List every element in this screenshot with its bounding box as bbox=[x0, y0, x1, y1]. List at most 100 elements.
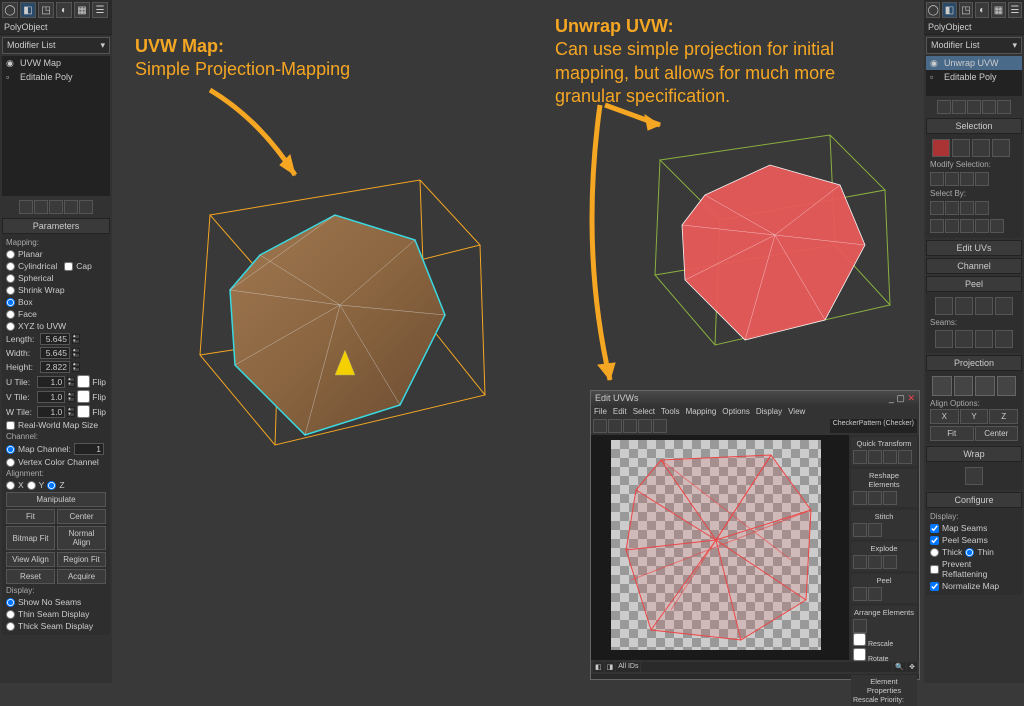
ring-icon[interactable] bbox=[960, 172, 974, 186]
display-tab-icon[interactable]: ▦ bbox=[991, 2, 1005, 18]
vertex-subobj-icon[interactable] bbox=[932, 139, 950, 157]
wrap-header[interactable]: Wrap bbox=[926, 446, 1022, 462]
utilities-tab-icon[interactable]: ☰ bbox=[92, 2, 108, 18]
sel-icon2[interactable] bbox=[945, 219, 959, 233]
qt-icon3[interactable] bbox=[883, 450, 897, 464]
shrink-icon[interactable] bbox=[945, 172, 959, 186]
re-icon1[interactable] bbox=[853, 491, 867, 505]
modifier-editable-poly[interactable]: ▫ Editable Poly bbox=[2, 70, 110, 84]
minimize-icon[interactable]: _ bbox=[889, 393, 894, 403]
seam-arrow-icon[interactable] bbox=[935, 330, 953, 348]
st-icon1[interactable] bbox=[853, 523, 867, 537]
pin-stack-icon[interactable] bbox=[937, 100, 951, 114]
zoom-icon[interactable]: 🔍 bbox=[893, 662, 906, 672]
modifier-stack-right[interactable]: ◉ Unwrap UVW ▫ Editable Poly bbox=[926, 56, 1022, 96]
prevent-reflattening-checkbox[interactable]: Prevent Reflattening bbox=[930, 558, 1018, 580]
configure-sets-icon[interactable] bbox=[997, 100, 1011, 114]
modifier-uvw-map[interactable]: ◉ UVW Map bbox=[2, 56, 110, 70]
height-spinner[interactable]: Height:2.822▴▾ bbox=[6, 360, 106, 374]
fit-button[interactable]: Fit bbox=[6, 509, 55, 524]
configure-sets-icon[interactable] bbox=[79, 200, 93, 214]
uv-editor-window[interactable]: Edit UVWs _ ▢ ✕ File Edit Select Tools M… bbox=[590, 390, 920, 680]
grow-icon[interactable] bbox=[930, 172, 944, 186]
mapping-planar[interactable]: Planar bbox=[6, 248, 106, 260]
mapping-spherical[interactable]: Spherical bbox=[6, 272, 106, 284]
real-world-checkbox[interactable]: Real-World Map Size bbox=[6, 419, 106, 431]
face-subobj-icon[interactable] bbox=[972, 139, 990, 157]
hierarchy-tab-icon[interactable]: ◳ bbox=[959, 2, 973, 18]
wrap-icon[interactable] bbox=[965, 467, 983, 485]
cylindrical-projection-icon[interactable] bbox=[954, 376, 974, 396]
element-subobj-icon[interactable] bbox=[992, 139, 1010, 157]
normal-align-button[interactable]: Normal Align bbox=[57, 526, 106, 550]
vertex-color-radio[interactable]: Vertex Color Channel bbox=[6, 456, 106, 468]
move-icon[interactable] bbox=[593, 419, 607, 433]
planar-icon[interactable] bbox=[960, 201, 974, 215]
tile-icon[interactable] bbox=[975, 201, 989, 215]
align-x-button[interactable]: X bbox=[930, 409, 959, 424]
sel-icon3[interactable] bbox=[960, 219, 974, 233]
pelt-icon[interactable] bbox=[975, 297, 993, 315]
mapping-box[interactable]: Box bbox=[6, 296, 106, 308]
map-seams-checkbox[interactable]: Map Seams bbox=[930, 522, 1018, 534]
loop-icon[interactable] bbox=[975, 172, 989, 186]
pin-stack-icon[interactable] bbox=[19, 200, 33, 214]
create-tab-icon[interactable]: ◯ bbox=[926, 2, 940, 18]
align-z-button[interactable]: Z bbox=[989, 409, 1018, 424]
sg-icon[interactable] bbox=[945, 201, 959, 215]
remove-modifier-icon[interactable] bbox=[64, 200, 78, 214]
scale-icon[interactable] bbox=[623, 419, 637, 433]
proj-fit-button[interactable]: Fit bbox=[930, 426, 974, 441]
peel-mode-icon[interactable] bbox=[955, 297, 973, 315]
utilities-tab-icon[interactable]: ☰ bbox=[1008, 2, 1022, 18]
relax-icon[interactable] bbox=[995, 297, 1013, 315]
ex-icon2[interactable] bbox=[868, 555, 882, 569]
edit-uvs-header[interactable]: Edit UVs bbox=[926, 240, 1022, 256]
status-icon1[interactable]: ◧ bbox=[593, 662, 604, 672]
thick-seam[interactable]: Thick Seam Display bbox=[6, 620, 106, 632]
menu-file[interactable]: File bbox=[594, 407, 607, 416]
menu-select[interactable]: Select bbox=[633, 407, 655, 416]
spherical-projection-icon[interactable] bbox=[975, 376, 995, 396]
reset-button[interactable]: Reset bbox=[6, 569, 55, 584]
proj-center-button[interactable]: Center bbox=[975, 426, 1019, 441]
mirror-icon[interactable] bbox=[653, 419, 667, 433]
peel-seams-checkbox[interactable]: Peel Seams bbox=[930, 534, 1018, 546]
width-spinner[interactable]: Width:5.645▴▾ bbox=[6, 346, 106, 360]
show-end-result-icon[interactable] bbox=[952, 100, 966, 114]
object-name-field[interactable]: PolyObject bbox=[0, 20, 112, 35]
bitmap-fit-button[interactable]: Bitmap Fit bbox=[6, 526, 55, 550]
alignment-axis[interactable]: X Y Z bbox=[6, 479, 106, 491]
eye-icon[interactable]: ◉ bbox=[6, 58, 16, 68]
seam-edge-icon[interactable] bbox=[955, 330, 973, 348]
seam-convert-icon[interactable] bbox=[975, 330, 993, 348]
uv-editor-titlebar[interactable]: Edit UVWs _ ▢ ✕ bbox=[591, 391, 919, 406]
modifier-editable-poly-right[interactable]: ▫ Editable Poly bbox=[926, 70, 1022, 84]
re-icon3[interactable] bbox=[883, 491, 897, 505]
show-end-result-icon[interactable] bbox=[34, 200, 48, 214]
modify-tab-icon[interactable]: ◧ bbox=[942, 2, 956, 18]
projection-header[interactable]: Projection bbox=[926, 355, 1022, 371]
planar-projection-icon[interactable] bbox=[932, 376, 952, 396]
peel-header[interactable]: Peel bbox=[926, 276, 1022, 292]
menu-options[interactable]: Options bbox=[722, 407, 750, 416]
viewport-right[interactable] bbox=[630, 120, 900, 370]
manipulate-button[interactable]: Manipulate bbox=[6, 492, 106, 507]
length-spinner[interactable]: Length:5.645▴▾ bbox=[6, 332, 106, 346]
parameters-header[interactable]: Parameters bbox=[2, 218, 110, 234]
pl-icon1[interactable] bbox=[853, 587, 867, 601]
sel-icon5[interactable] bbox=[990, 219, 1004, 233]
motion-tab-icon[interactable]: ◐ bbox=[56, 2, 72, 18]
mapping-face[interactable]: Face bbox=[6, 308, 106, 320]
acquire-button[interactable]: Acquire bbox=[57, 569, 106, 584]
make-unique-icon[interactable] bbox=[49, 200, 63, 214]
menu-mapping[interactable]: Mapping bbox=[686, 407, 717, 416]
mapping-cylindrical[interactable]: CylindricalCap bbox=[6, 260, 106, 272]
create-tab-icon[interactable]: ◯ bbox=[2, 2, 18, 18]
sel-icon4[interactable] bbox=[975, 219, 989, 233]
mapping-shrinkwrap[interactable]: Shrink Wrap bbox=[6, 284, 106, 296]
status-icon2[interactable]: ◨ bbox=[605, 662, 616, 672]
viewport-left[interactable] bbox=[160, 150, 500, 470]
align-y-button[interactable]: Y bbox=[960, 409, 989, 424]
rescale-checkbox[interactable] bbox=[853, 633, 866, 646]
